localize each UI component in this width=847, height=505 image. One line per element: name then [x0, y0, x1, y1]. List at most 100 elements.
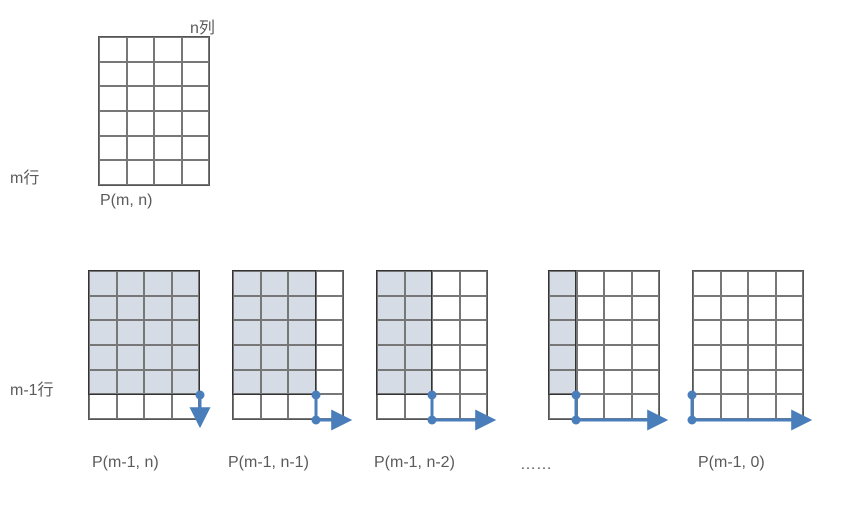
grid-cell — [182, 37, 210, 62]
grid-cell — [460, 370, 488, 395]
grid-cell — [89, 345, 117, 370]
grid-cell — [721, 296, 749, 321]
grid-cell — [693, 296, 721, 321]
grid-cell — [316, 370, 344, 395]
grid-cell — [377, 345, 405, 370]
grid-cell — [432, 271, 460, 296]
grid-cell — [99, 37, 127, 62]
grid-cell — [577, 320, 605, 345]
grid-cell — [748, 370, 776, 395]
grid-cell — [144, 296, 172, 321]
grid-cell — [233, 370, 261, 395]
grid-cell — [154, 37, 182, 62]
grid-cell — [261, 296, 289, 321]
grid-cell — [776, 394, 804, 419]
grid-cell — [154, 136, 182, 161]
grid-cell — [577, 345, 605, 370]
grid-cell — [154, 111, 182, 136]
grid-p-m-1-0 — [692, 270, 804, 420]
grid-cell — [127, 136, 155, 161]
grid-cell — [748, 296, 776, 321]
grid-cell — [604, 370, 632, 395]
grid-cell — [316, 296, 344, 321]
grid-cell — [117, 271, 145, 296]
grid-cell — [99, 86, 127, 111]
grid-cell — [432, 320, 460, 345]
grid-cell — [776, 271, 804, 296]
p-m-1-n-1-label: P(m-1, n-1) — [228, 454, 309, 472]
grid-cell — [117, 370, 145, 395]
grid-cell — [117, 296, 145, 321]
grid-cell — [288, 296, 316, 321]
p-m-n-label: P(m, n) — [100, 192, 152, 210]
grid-cell — [233, 320, 261, 345]
grid-cell — [432, 345, 460, 370]
grid-cell — [405, 394, 433, 419]
grid-cell — [288, 320, 316, 345]
grid-cell — [144, 320, 172, 345]
grid-cell — [233, 345, 261, 370]
grid-cell — [89, 394, 117, 419]
grid-cell — [632, 296, 660, 321]
grid-cell — [316, 394, 344, 419]
grid-cell — [233, 296, 261, 321]
grid-cell — [721, 394, 749, 419]
grid-cell — [549, 320, 577, 345]
grid-cell — [693, 320, 721, 345]
grid-cell — [377, 320, 405, 345]
grid-cell — [577, 370, 605, 395]
grid-cell — [233, 271, 261, 296]
grid-cell — [316, 345, 344, 370]
grid-cell — [604, 394, 632, 419]
grid-cell — [632, 370, 660, 395]
grid-cell — [460, 271, 488, 296]
grid-cell — [377, 394, 405, 419]
grid-ellipsis — [548, 270, 660, 420]
grid-cell — [172, 345, 200, 370]
m-row-label: m行 — [10, 164, 39, 188]
grid-cell — [172, 370, 200, 395]
grid-cell — [182, 160, 210, 185]
grid-cell — [261, 271, 289, 296]
m-1-row-label: m-1行 — [10, 376, 54, 400]
grid-p-m-1-n-1 — [232, 270, 344, 420]
grid-cell — [549, 370, 577, 395]
grid-cell — [632, 271, 660, 296]
grid-cell — [316, 320, 344, 345]
grid-cell — [288, 370, 316, 395]
grid-cell — [577, 271, 605, 296]
grid-cell — [89, 271, 117, 296]
grid-cell — [748, 394, 776, 419]
grid-cell — [117, 394, 145, 419]
grid-cell — [182, 62, 210, 87]
grid-cell — [748, 345, 776, 370]
grid-cell — [549, 271, 577, 296]
grid-cell — [144, 345, 172, 370]
grid-cell — [99, 62, 127, 87]
grid-cell — [127, 37, 155, 62]
grid-cell — [172, 394, 200, 419]
grid-cell — [172, 320, 200, 345]
grid-cell — [632, 345, 660, 370]
grid-cell — [127, 86, 155, 111]
p-m-1-n-label: P(m-1, n) — [92, 454, 159, 472]
grid-cell — [604, 271, 632, 296]
grid-cell — [721, 345, 749, 370]
grid-cell — [776, 296, 804, 321]
grid-cell — [432, 394, 460, 419]
grid-cell — [432, 370, 460, 395]
grid-cell — [127, 160, 155, 185]
grid-cell — [182, 111, 210, 136]
n-col-label: n列 — [190, 14, 215, 38]
grid-cell — [549, 296, 577, 321]
grid-cell — [182, 86, 210, 111]
grid-cell — [99, 160, 127, 185]
grid-cell — [127, 111, 155, 136]
grid-cell — [172, 296, 200, 321]
grid-cell — [604, 320, 632, 345]
grid-cell — [154, 160, 182, 185]
grid-cell — [154, 86, 182, 111]
grid-cell — [144, 370, 172, 395]
grid-cell — [405, 345, 433, 370]
grid-cell — [604, 296, 632, 321]
